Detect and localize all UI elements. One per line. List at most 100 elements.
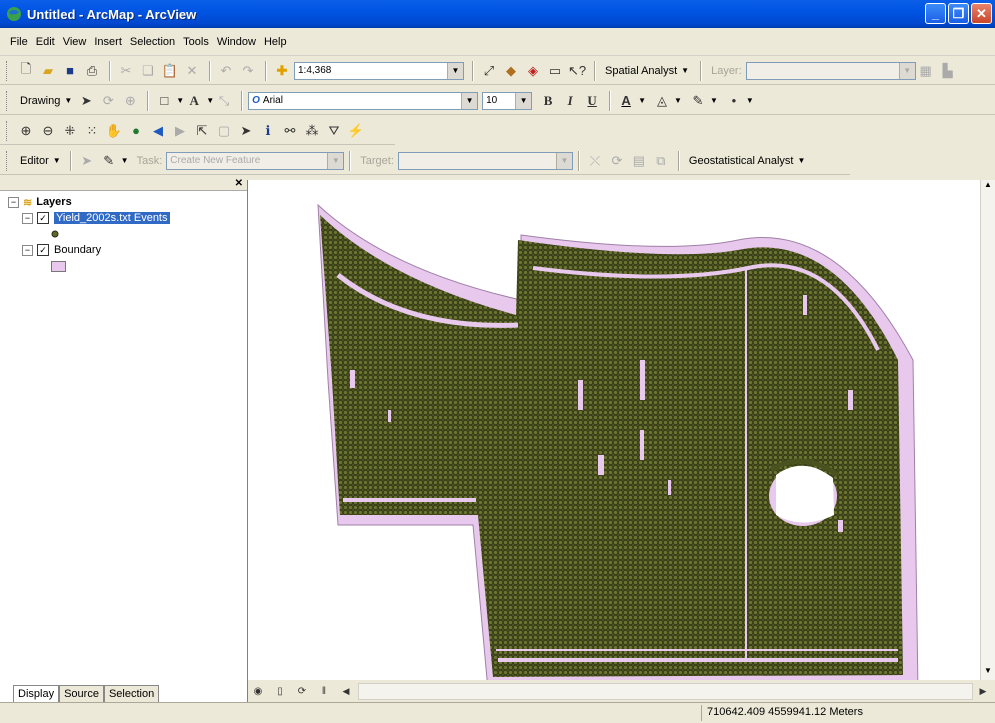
- scroll-left-icon[interactable]: ◀: [336, 681, 356, 701]
- map-horizontal-scrollbar[interactable]: [358, 682, 973, 700]
- collapse-icon[interactable]: −: [8, 196, 19, 208]
- fill-color-icon[interactable]: ◬: [652, 91, 672, 111]
- go-to-xy-icon[interactable]: ⁂: [302, 121, 322, 141]
- menu-help[interactable]: Help: [260, 36, 291, 48]
- new-document-icon[interactable]: 🗋: [16, 61, 36, 81]
- sketch-pencil-icon[interactable]: ✎: [99, 151, 119, 171]
- identify-icon[interactable]: ℹ: [258, 121, 278, 141]
- cut-icon[interactable]: ✂: [116, 61, 136, 81]
- scroll-right-icon[interactable]: ▶: [973, 681, 993, 701]
- layer-checkbox[interactable]: ✓: [37, 212, 49, 224]
- edit-tool-icon[interactable]: ➤: [77, 151, 97, 171]
- fixed-zoom-in-icon[interactable]: ⁜: [60, 121, 80, 141]
- italic-button[interactable]: I: [560, 91, 580, 111]
- paste-icon[interactable]: 📋: [160, 61, 180, 81]
- attributes-icon[interactable]: ▤: [629, 151, 649, 171]
- rectangle-icon[interactable]: □: [154, 91, 174, 111]
- refresh-icon[interactable]: ⟳: [292, 681, 312, 701]
- pause-drawing-icon[interactable]: ‖: [314, 681, 334, 701]
- edit-vertices-icon[interactable]: ⤡: [214, 91, 234, 111]
- find-binoculars-icon[interactable]: ⚯: [280, 121, 300, 141]
- layout-view-icon[interactable]: ▯: [270, 681, 290, 701]
- full-extent-globe-icon[interactable]: ●: [126, 121, 146, 141]
- scroll-down-icon[interactable]: ▼: [981, 666, 995, 680]
- tab-display[interactable]: Display: [13, 685, 60, 702]
- forward-arrow-icon[interactable]: ▶: [170, 121, 190, 141]
- measure-icon[interactable]: ⛛: [324, 121, 344, 141]
- pan-hand-icon[interactable]: ✋: [104, 121, 124, 141]
- rotate-icon[interactable]: ⟳: [98, 91, 118, 111]
- layer-checkbox[interactable]: ✓: [37, 244, 49, 256]
- delete-icon[interactable]: ✕: [182, 61, 202, 81]
- undo-icon[interactable]: ↶: [216, 61, 236, 81]
- close-button[interactable]: ✕: [971, 3, 992, 24]
- spatial-analyst-tool-icon[interactable]: ▦: [916, 61, 936, 81]
- sketch-properties-icon[interactable]: ⧉: [651, 151, 671, 171]
- zoom-whole-page-icon[interactable]: ⊕: [120, 91, 140, 111]
- histogram-icon[interactable]: ▙: [938, 61, 958, 81]
- menu-window[interactable]: Window: [213, 36, 260, 48]
- layer-yield-events[interactable]: − ✓ Yield_2002s.txt Events: [8, 210, 170, 226]
- menu-view[interactable]: View: [59, 36, 91, 48]
- arctoolbox-icon[interactable]: ◈: [523, 61, 543, 81]
- data-view-icon[interactable]: ◉: [248, 681, 268, 701]
- layers-root[interactable]: − ≋ Layers: [8, 194, 170, 210]
- whats-this-icon[interactable]: ↖?: [567, 61, 587, 81]
- task-combo[interactable]: Create New Feature ▼: [166, 151, 345, 170]
- tab-selection[interactable]: Selection: [103, 685, 160, 702]
- select-elements-icon[interactable]: ➤: [76, 91, 96, 111]
- hyperlink-icon[interactable]: ⚡: [346, 121, 366, 141]
- marker-color-icon[interactable]: •: [724, 91, 744, 111]
- collapse-icon[interactable]: −: [22, 212, 33, 224]
- add-data-icon[interactable]: ✚: [272, 61, 292, 81]
- save-icon[interactable]: ■: [60, 61, 80, 81]
- rotate-tool-icon[interactable]: ⟳: [607, 151, 627, 171]
- editor-menu[interactable]: Editor: [20, 155, 49, 167]
- map-canvas[interactable]: [248, 180, 980, 691]
- zoom-out-icon[interactable]: ⊖: [38, 121, 58, 141]
- editor-toolbar-icon[interactable]: ⤢: [479, 61, 499, 81]
- layer-name[interactable]: Yield_2002s.txt Events: [54, 212, 170, 224]
- print-icon[interactable]: ⎙: [82, 61, 102, 81]
- layer-combo[interactable]: ▼: [745, 61, 916, 80]
- menu-edit[interactable]: Edit: [32, 36, 59, 48]
- minimize-button[interactable]: _: [925, 3, 946, 24]
- menu-selection[interactable]: Selection: [126, 36, 179, 48]
- clear-selection-icon[interactable]: ▢: [214, 121, 234, 141]
- new-text-icon[interactable]: A: [184, 91, 204, 111]
- select-features-icon[interactable]: ⇱: [192, 121, 212, 141]
- geostatistical-analyst-menu[interactable]: Geostatistical Analyst: [689, 155, 794, 167]
- collapse-icon[interactable]: −: [22, 244, 33, 256]
- drawing-menu[interactable]: Drawing: [20, 95, 60, 107]
- layer-boundary[interactable]: − ✓ Boundary: [8, 242, 170, 258]
- map-display[interactable]: [248, 180, 980, 691]
- menu-insert[interactable]: Insert: [90, 36, 126, 48]
- underline-button[interactable]: U: [582, 91, 602, 111]
- font-combo[interactable]: O Arial ▼: [248, 91, 479, 110]
- spatial-analyst-menu[interactable]: Spatial Analyst: [605, 65, 677, 77]
- tab-source[interactable]: Source: [59, 685, 104, 702]
- target-combo[interactable]: ▼: [397, 151, 573, 170]
- menu-tools[interactable]: Tools: [179, 36, 213, 48]
- yield-points[interactable]: [320, 215, 903, 677]
- split-tool-icon[interactable]: ⤬: [585, 151, 605, 171]
- layer-name[interactable]: Boundary: [54, 244, 101, 256]
- back-arrow-icon[interactable]: ◀: [148, 121, 168, 141]
- scroll-up-icon[interactable]: ▲: [981, 180, 995, 194]
- redo-icon[interactable]: ↷: [238, 61, 258, 81]
- arccatalog-icon[interactable]: ◆: [501, 61, 521, 81]
- command-line-icon[interactable]: ▭: [545, 61, 565, 81]
- line-color-icon[interactable]: ✎: [688, 91, 708, 111]
- zoom-in-icon[interactable]: ⊕: [16, 121, 36, 141]
- font-color-icon[interactable]: A: [616, 91, 636, 111]
- menu-file[interactable]: File: [6, 36, 32, 48]
- maximize-button[interactable]: ❐: [948, 3, 969, 24]
- fixed-zoom-out-icon[interactable]: ⁙: [82, 121, 102, 141]
- copy-icon[interactable]: ❏: [138, 61, 158, 81]
- map-vertical-scrollbar[interactable]: ▲ ▼: [980, 180, 995, 680]
- open-folder-icon[interactable]: ▰: [38, 61, 58, 81]
- close-icon[interactable]: ✕: [235, 178, 243, 189]
- map-scale-combo[interactable]: 1:4,368 ▼: [294, 61, 464, 80]
- bold-button[interactable]: B: [538, 91, 558, 111]
- select-elements-icon[interactable]: ➤: [236, 121, 256, 141]
